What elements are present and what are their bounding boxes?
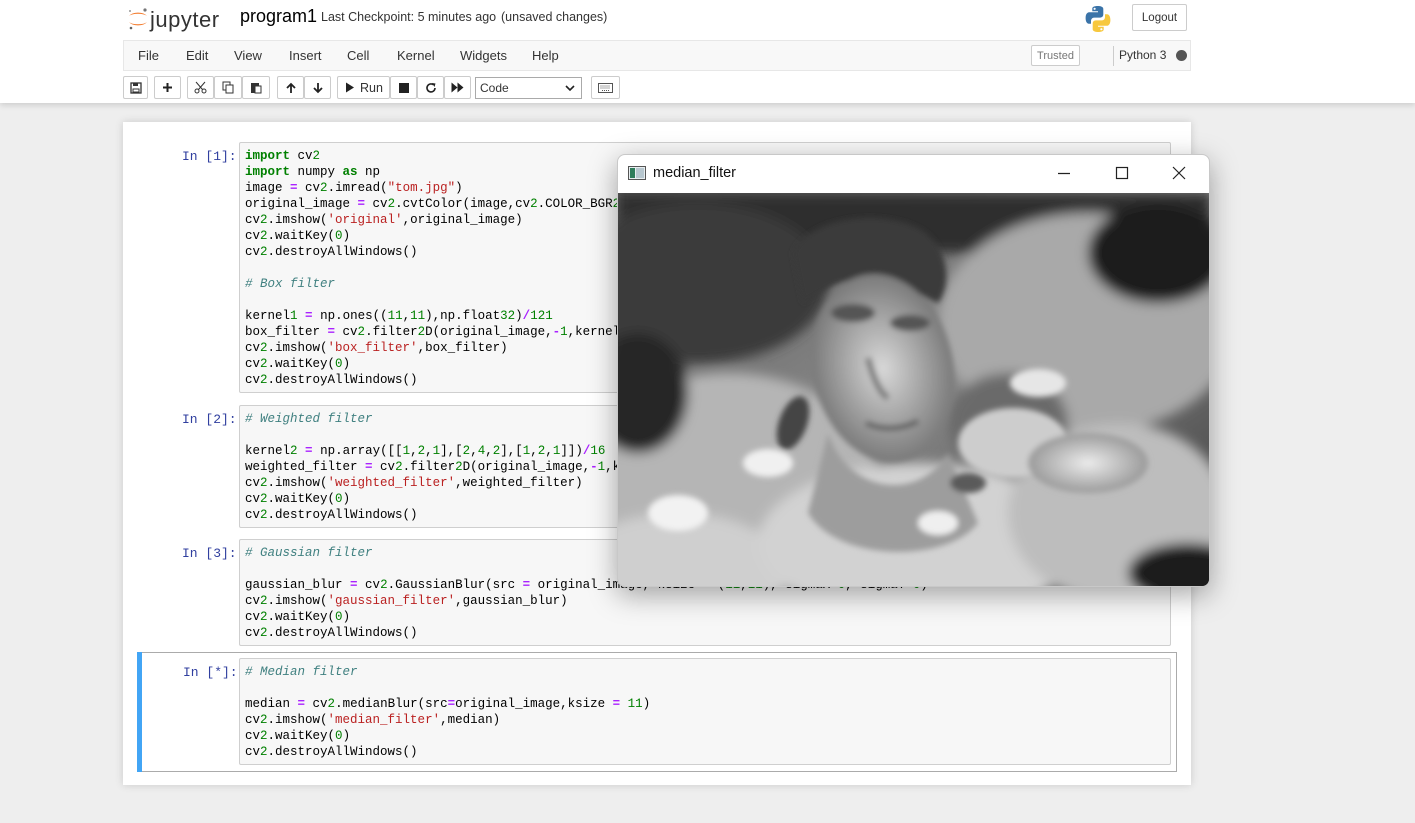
kernel-divider xyxy=(1113,46,1114,66)
code-line: box_filter = cv2.filter2D(original_image… xyxy=(245,325,635,339)
move-up-button[interactable] xyxy=(277,76,304,99)
kernel-busy-indicator xyxy=(1176,50,1187,61)
code-line: cv2.imshow('box_filter',box_filter) xyxy=(245,341,508,355)
code-cell-selected[interactable]: In [*]: # Median filter median = cv2.med… xyxy=(137,652,1177,772)
cell-prompt: In [1]: xyxy=(182,149,237,164)
logo-text: jupyter xyxy=(150,7,220,32)
run-button[interactable]: Run xyxy=(337,76,390,99)
code-text: # Weighted filter kernel2 = np.array([[1… xyxy=(245,411,673,523)
code-line: weighted_filter = cv2.filter2D(original_… xyxy=(245,460,673,474)
paste-button[interactable] xyxy=(242,76,270,99)
cut-button[interactable] xyxy=(187,76,214,99)
cell-type-value: Code xyxy=(480,81,509,95)
code-line: cv2.destroyAllWindows() xyxy=(245,373,418,387)
interrupt-button[interactable] xyxy=(390,76,417,99)
keyboard-icon xyxy=(598,82,613,93)
move-down-button[interactable] xyxy=(304,76,331,99)
code-line: # Weighted filter xyxy=(245,412,373,426)
arrow-down-icon xyxy=(312,82,323,93)
restart-icon xyxy=(425,82,436,93)
menu-help[interactable]: Help xyxy=(532,48,559,63)
save-button[interactable] xyxy=(123,76,148,99)
cell-prompt: In [2]: xyxy=(182,412,237,427)
jupyter-ring-icon xyxy=(129,8,147,30)
code-line: import cv2 xyxy=(245,149,321,163)
code-line: cv2.destroyAllWindows() xyxy=(245,508,418,522)
kernel-name: Python 3 xyxy=(1119,48,1167,62)
run-label: Run xyxy=(360,80,383,95)
insert-cell-button[interactable] xyxy=(154,76,181,99)
code-line: image = cv2.imread("tom.jpg") xyxy=(245,181,463,195)
median-filter-image xyxy=(618,193,1209,586)
code-line: cv2.destroyAllWindows() xyxy=(245,626,418,640)
code-line: cv2.waitKey(0) xyxy=(245,357,351,371)
code-line: median = cv2.medianBlur(src=original_ima… xyxy=(245,697,651,711)
python-logo-icon xyxy=(1085,6,1111,32)
code-line: cv2.imshow('weighted_filter',weighted_fi… xyxy=(245,476,583,490)
menu-edit[interactable]: Edit xyxy=(186,48,208,63)
code-line: # Median filter xyxy=(245,665,358,679)
menu-kernel[interactable]: Kernel xyxy=(397,48,435,63)
checkpoint-status: Last Checkpoint: 5 minutes ago xyxy=(321,10,497,24)
copy-button[interactable] xyxy=(214,76,242,99)
stop-icon xyxy=(398,82,409,93)
cell-prompt: In [*]: xyxy=(183,665,238,680)
trusted-badge[interactable]: Trusted xyxy=(1031,45,1080,66)
menu-file[interactable]: File xyxy=(138,48,159,63)
fast-forward-icon xyxy=(451,82,464,93)
code-line: cv2.destroyAllWindows() xyxy=(245,745,418,759)
code-line: kernel2 = np.array([[1,2,1],[2,4,2],[1,2… xyxy=(245,444,606,458)
code-text: # Median filter median = cv2.medianBlur(… xyxy=(245,664,650,760)
code-line: kernel1 = np.ones((11,11),np.float32)/12… xyxy=(245,309,553,323)
paste-icon xyxy=(251,83,262,94)
plus-icon xyxy=(163,83,172,92)
code-text: import cv2 import numpy as np image = cv… xyxy=(245,148,650,388)
run-icon xyxy=(346,82,354,93)
header: jupyter program1 Last Checkpoint: 5 minu… xyxy=(0,0,1415,103)
cut-icon xyxy=(194,81,207,94)
code-line: original_image = cv2.cvtColor(image,cv2.… xyxy=(245,197,650,211)
code-line: import numpy as np xyxy=(245,165,381,179)
code-line: cv2.imshow('original',original_image) xyxy=(245,213,523,227)
window-title: median_filter xyxy=(653,165,737,181)
maximize-icon[interactable] xyxy=(1107,158,1137,188)
code-line: cv2.imshow('gaussian_filter',gaussian_bl… xyxy=(245,594,568,608)
code-line: # Box filter xyxy=(245,277,336,291)
save-icon xyxy=(129,81,142,94)
cell-prompt: In [3]: xyxy=(182,546,237,561)
menu-insert[interactable]: Insert xyxy=(289,48,322,63)
code-input[interactable]: # Median filter median = cv2.medianBlur(… xyxy=(239,658,1171,765)
menubar: File Edit View Insert Cell Kernel Widget… xyxy=(123,40,1191,71)
save-status: (unsaved changes) xyxy=(501,10,608,24)
app-window-icon xyxy=(628,166,646,180)
command-palette-button[interactable] xyxy=(591,76,620,99)
code-line: # Gaussian filter xyxy=(245,546,373,560)
menu-cell[interactable]: Cell xyxy=(347,48,369,63)
code-line: cv2.imshow('median_filter',median) xyxy=(245,713,501,727)
restart-run-all-button[interactable] xyxy=(444,76,471,99)
code-line: cv2.waitKey(0) xyxy=(245,229,351,243)
arrow-up-icon xyxy=(285,82,296,93)
logout-button[interactable]: Logout xyxy=(1132,4,1187,31)
code-line: cv2.waitKey(0) xyxy=(245,610,351,624)
close-icon[interactable] xyxy=(1164,158,1194,188)
copy-icon xyxy=(222,81,234,94)
notebook-name[interactable]: program1 xyxy=(240,6,317,27)
code-line: cv2.waitKey(0) xyxy=(245,492,351,506)
code-line: cv2.destroyAllWindows() xyxy=(245,245,418,259)
restart-button[interactable] xyxy=(417,76,444,99)
jupyter-logo[interactable]: jupyter xyxy=(126,4,228,34)
minimize-icon[interactable] xyxy=(1049,158,1079,188)
chevron-down-icon xyxy=(565,85,575,92)
opencv-window[interactable]: median_filter xyxy=(617,154,1210,587)
menu-widgets[interactable]: Widgets xyxy=(460,48,507,63)
selection-indicator xyxy=(137,652,142,772)
menu-view[interactable]: View xyxy=(234,48,262,63)
cell-type-select[interactable]: Code xyxy=(475,77,582,99)
code-line: cv2.waitKey(0) xyxy=(245,729,351,743)
